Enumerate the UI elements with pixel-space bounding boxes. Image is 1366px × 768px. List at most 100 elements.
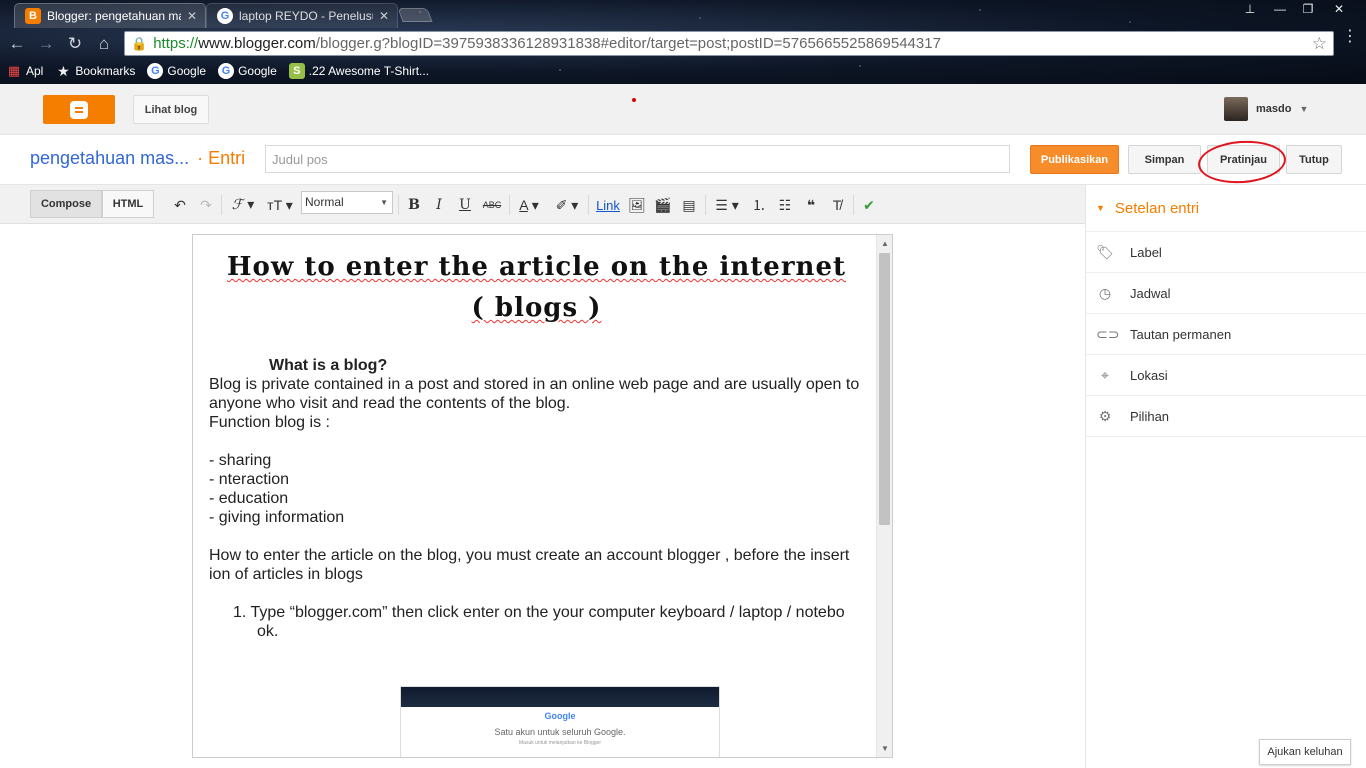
lock-icon: 🔒: [131, 35, 148, 51]
font-family-icon[interactable]: ℱ ▾: [228, 195, 258, 215]
tab-blogger[interactable]: B Blogger: pengetahuan ma ✕: [14, 3, 206, 28]
chevron-down-icon: ▼: [380, 198, 388, 207]
bold-button[interactable]: B: [405, 195, 423, 215]
save-button[interactable]: Simpan: [1128, 145, 1201, 174]
scroll-down-icon[interactable]: ▼: [877, 744, 892, 753]
avatar: [1224, 97, 1248, 121]
bulleted-list-icon[interactable]: ☷: [775, 195, 795, 215]
strikethrough-button[interactable]: ABC: [480, 195, 504, 215]
bookmark-google-1[interactable]: G Google: [147, 63, 206, 79]
bookmarks-bar: ▦ Apl ★ Bookmarks G Google G Google S .22 Awe…: [6, 61, 441, 81]
view-blog-button[interactable]: Lihat blog: [133, 95, 209, 124]
user-name: masdo: [1256, 103, 1292, 115]
post-settings-title: Setelan entri: [1114, 199, 1200, 217]
sidebar-item-options[interactable]: ⚙ Pilihan: [1086, 396, 1366, 437]
quote-icon[interactable]: ❝: [801, 195, 821, 215]
undo-icon[interactable]: ↶: [170, 195, 190, 215]
chevron-down-icon: ▼: [1299, 104, 1309, 114]
blogger-logo-button[interactable]: [43, 95, 115, 124]
minimize-icon[interactable]: —: [1268, 0, 1292, 18]
browser-chrome: B Blogger: pengetahuan ma ✕ G laptop REY…: [0, 0, 1366, 84]
text-color-icon[interactable]: A ▾: [514, 195, 544, 215]
spellcheck-icon[interactable]: ✔: [859, 195, 879, 215]
insert-video-icon[interactable]: 🎬: [653, 195, 673, 215]
bookmark-label: .22 Awesome T-Shirt...: [308, 64, 430, 78]
close-window-icon[interactable]: ✕: [1324, 0, 1354, 18]
url-path: /blogger.g?blogID=3975938336128931838#ed…: [315, 35, 941, 52]
sidebar-item-schedule[interactable]: ◷ Jadwal: [1086, 273, 1366, 314]
close-tab-icon[interactable]: ✕: [379, 9, 389, 23]
sidebar-item-location[interactable]: ⌖ Lokasi: [1086, 355, 1366, 396]
reload-icon[interactable]: ↻: [64, 34, 86, 54]
compose-mode-button[interactable]: Compose: [30, 190, 102, 218]
gear-icon: ⚙: [1098, 407, 1112, 424]
publish-button[interactable]: Publikasikan: [1030, 145, 1119, 174]
sidebar-item-text: Jadwal: [1130, 285, 1171, 301]
post-settings-header[interactable]: ▼ Setelan entri: [1086, 185, 1366, 232]
redo-icon[interactable]: ↷: [196, 195, 216, 215]
paragraph-line: anyone who visit and read the contents o…: [209, 395, 571, 412]
star-icon: ★: [57, 62, 70, 79]
tab-google-search[interactable]: G laptop REYDO - Penelusur ✕: [206, 3, 398, 28]
bookmark-apps[interactable]: ▦ Apl: [6, 63, 44, 79]
profile-icon[interactable]: ⊥: [1240, 0, 1260, 18]
blog-name-link[interactable]: pengetahuan mas...: [30, 148, 189, 168]
insert-image-icon[interactable]: 🖼: [627, 195, 647, 215]
embedded-browser-bar: [401, 687, 719, 707]
bookmark-google-2[interactable]: G Google: [218, 63, 277, 79]
restore-icon[interactable]: ❐: [1296, 0, 1320, 18]
preview-button[interactable]: Pratinjau: [1207, 145, 1280, 174]
numbered-list-icon[interactable]: ⒈: [749, 195, 769, 215]
forward-icon[interactable]: →: [35, 34, 57, 54]
toolbar-divider: [221, 195, 222, 215]
toolbar-divider: [588, 195, 589, 215]
breadcrumb: pengetahuan mas... · Entri: [30, 148, 245, 169]
font-size-icon[interactable]: тT ▾: [264, 195, 296, 215]
italic-button[interactable]: I: [430, 195, 448, 215]
sidebar-item-permalink[interactable]: ⊂⊃ Tautan permanen: [1086, 314, 1366, 355]
new-tab-button[interactable]: [397, 8, 433, 22]
address-bar[interactable]: 🔒 https://www.blogger.com/blogger.g?blog…: [124, 31, 1334, 56]
post-body-editor[interactable]: How to enter the article on the internet…: [192, 234, 893, 758]
back-icon[interactable]: ←: [6, 34, 28, 54]
post-title-row: pengetahuan mas... · Entri Publikasikan S…: [0, 135, 1366, 185]
link-icon: ⊂⊃: [1096, 325, 1120, 342]
close-tab-icon[interactable]: ✕: [187, 9, 197, 23]
home-icon[interactable]: ⌂: [93, 34, 115, 54]
user-menu[interactable]: masdo ▼: [1224, 97, 1308, 121]
highlight-color-icon[interactable]: ✐ ▾: [552, 195, 582, 215]
editor-scrollbar[interactable]: ▲ ▼: [876, 235, 892, 757]
align-icon[interactable]: ☰ ▾: [712, 195, 742, 215]
paragraph-format-select[interactable]: Normal ▼: [301, 191, 393, 214]
link-button[interactable]: Link: [594, 195, 622, 215]
underline-button[interactable]: U: [456, 195, 474, 215]
google-icon: G: [217, 8, 233, 24]
jump-break-icon[interactable]: ▤: [679, 195, 699, 215]
scroll-thumb[interactable]: [879, 253, 890, 525]
bookmark-tshirt[interactable]: S .22 Awesome T-Shirt...: [288, 63, 430, 79]
list-item-line: 1. Type “blogger.com” then click enter o…: [233, 604, 845, 621]
feedback-button[interactable]: Ajukan keluhan: [1259, 739, 1351, 765]
embedded-screenshot-image[interactable]: Google Satu akun untuk seluruh Google. M…: [400, 686, 720, 757]
embedded-text: Masuk untuk melanjutkan ke Blogger: [519, 740, 601, 746]
location-pin-icon: ⌖: [1101, 366, 1109, 383]
url-scheme: https://: [153, 35, 199, 52]
html-mode-button[interactable]: HTML: [102, 190, 154, 218]
sidebar-item-text: Pilihan: [1130, 408, 1170, 424]
clear-formatting-icon[interactable]: T̸: [827, 195, 847, 215]
post-content[interactable]: How to enter the article on the internet…: [209, 247, 864, 641]
sidebar-item-text: Tautan permanen: [1130, 326, 1232, 342]
ordered-list-item: 1. Type “blogger.com” then click enter o…: [209, 603, 864, 641]
list-item: - nteraction: [209, 471, 290, 488]
browser-menu-icon[interactable]: ⋮: [1341, 29, 1359, 45]
bookmark-star-icon[interactable]: ☆: [1312, 34, 1327, 54]
close-button[interactable]: Tutup: [1286, 145, 1342, 174]
toolbar-divider: [853, 195, 854, 215]
bookmark-folder[interactable]: ★ Bookmarks: [55, 63, 135, 79]
bookmark-label: Google: [238, 64, 277, 78]
scroll-up-icon[interactable]: ▲: [877, 239, 892, 248]
post-title-input[interactable]: [265, 145, 1010, 173]
embedded-google-logo: Google: [544, 711, 576, 721]
sidebar-item-label[interactable]: 🏷 Label: [1086, 232, 1366, 273]
